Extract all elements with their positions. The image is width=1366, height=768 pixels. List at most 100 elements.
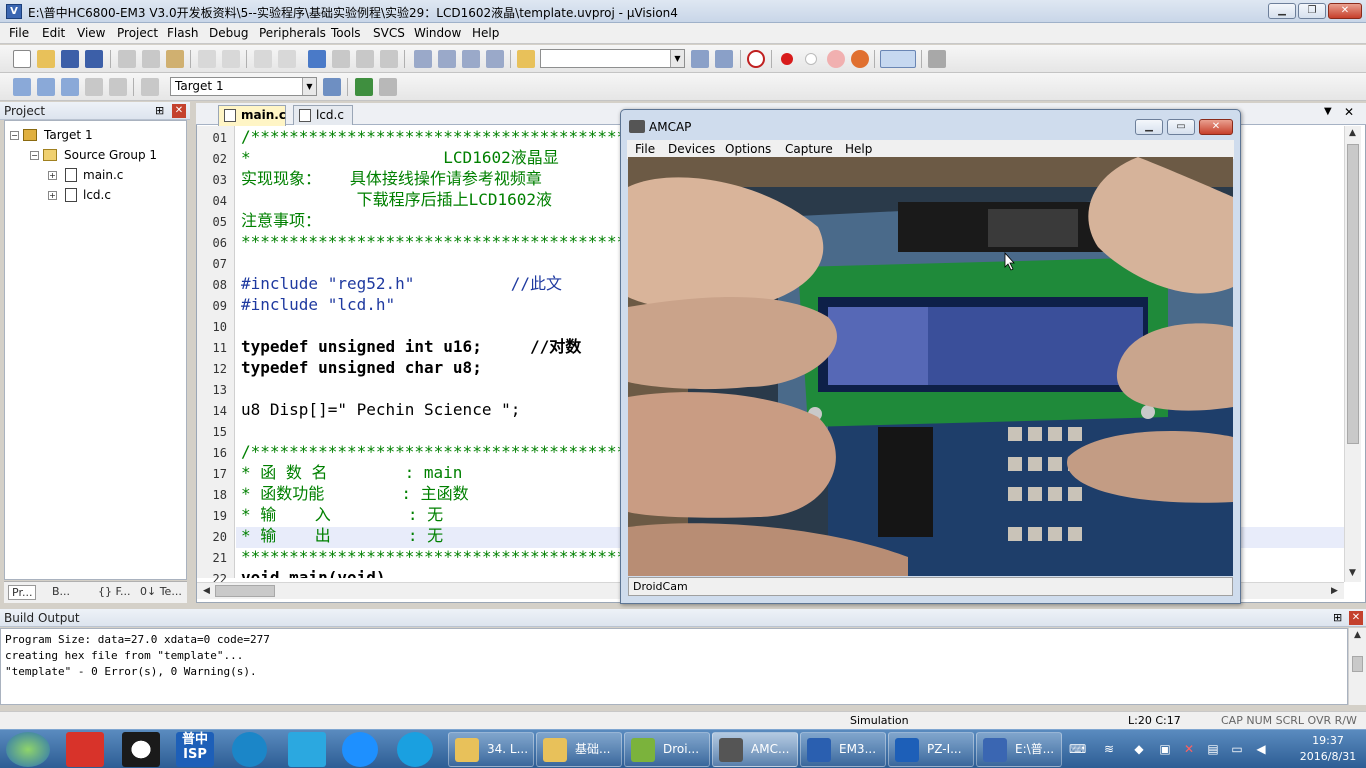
minimize-button[interactable]: ▁ — [1268, 3, 1296, 19]
stop-build-icon[interactable] — [109, 78, 127, 96]
close-icon[interactable]: ✕ — [1349, 611, 1363, 625]
undo-icon[interactable] — [198, 50, 216, 68]
amcap-menu-file[interactable]: File — [635, 142, 655, 156]
menu-window[interactable]: Window — [414, 26, 461, 40]
download-icon[interactable] — [141, 78, 159, 96]
menu-project[interactable]: Project — [117, 26, 158, 40]
wifi-icon[interactable]: ≋ — [1101, 741, 1117, 757]
find-combo[interactable]: ▼ — [540, 49, 685, 68]
batch-build-icon[interactable] — [85, 78, 103, 96]
tree-item-main-c[interactable]: main.c — [83, 168, 123, 182]
security-alert-icon[interactable]: ✕ — [1181, 741, 1197, 757]
amcap-menu-help[interactable]: Help — [845, 142, 872, 156]
rebuild-icon[interactable] — [61, 78, 79, 96]
breakpoint-icon[interactable] — [781, 53, 793, 65]
nav-forward-icon[interactable] — [278, 50, 296, 68]
amcap-menu-capture[interactable]: Capture — [785, 142, 833, 156]
taskbar-item-droidcam[interactable]: Droi... — [624, 732, 710, 767]
taskbar-item-uvision[interactable]: E:\普... — [976, 732, 1062, 767]
menu-svcs[interactable]: SVCS — [373, 26, 405, 40]
save-icon[interactable] — [61, 50, 79, 68]
cloud-app-icon[interactable] — [288, 732, 326, 767]
code-viewport[interactable]: /************************************** *… — [236, 126, 620, 578]
amcap-minimize-button[interactable]: ▁ — [1135, 119, 1163, 135]
taskbar-item-folder-1[interactable]: 34. L... — [448, 732, 534, 767]
taskbar-item-amcap[interactable]: AMC... — [712, 732, 798, 767]
find-icon[interactable] — [691, 50, 709, 68]
disable-breakpoint-icon[interactable] — [805, 53, 817, 65]
taskbar-item-em3[interactable]: EM3... — [800, 732, 886, 767]
next-bookmark-icon[interactable] — [356, 50, 374, 68]
target-select[interactable]: Target 1 ▼ — [170, 77, 317, 96]
tab-templates[interactable]: 0↓ Te... — [140, 585, 182, 598]
keyboard-icon[interactable]: ⌨ — [1069, 741, 1086, 757]
nav-back-icon[interactable] — [254, 50, 272, 68]
manage-components-icon[interactable] — [355, 78, 373, 96]
taskbar-item-folder-2[interactable]: 基础... — [536, 732, 622, 767]
save-all-icon[interactable] — [85, 50, 103, 68]
open-folder-icon[interactable] — [37, 50, 55, 68]
sogou-icon[interactable] — [397, 732, 433, 767]
device-icon[interactable]: ▤ — [1205, 741, 1221, 757]
bookmark-icon[interactable] — [308, 50, 326, 68]
start-button[interactable] — [6, 732, 50, 767]
menu-file[interactable]: File — [9, 26, 29, 40]
menu-view[interactable]: View — [77, 26, 105, 40]
scrollbar-thumb[interactable] — [1352, 656, 1363, 672]
prev-bookmark-icon[interactable] — [332, 50, 350, 68]
menu-debug[interactable]: Debug — [209, 26, 248, 40]
amcap-close-button[interactable]: ✕ — [1199, 119, 1233, 135]
select-packs-icon[interactable] — [379, 78, 397, 96]
clock[interactable]: 19:37 2016/8/31 — [1298, 733, 1358, 765]
scroll-right-icon[interactable]: ▶ — [1327, 586, 1342, 596]
paste-icon[interactable] — [166, 50, 184, 68]
taskbar-app-icon[interactable] — [66, 732, 104, 767]
taskbar-item-pz-isp[interactable]: PZ-I... — [888, 732, 974, 767]
scrollbar-thumb[interactable] — [215, 585, 275, 597]
tab-project[interactable]: Pr... — [8, 585, 37, 600]
maximize-button[interactable]: ❐ — [1298, 3, 1326, 19]
tab-main-c[interactable]: main.c — [218, 105, 286, 126]
translate-icon[interactable] — [13, 78, 31, 96]
build-icon[interactable] — [37, 78, 55, 96]
collapse-icon[interactable]: − — [30, 151, 39, 160]
scroll-down-icon[interactable]: ▼ — [1345, 568, 1360, 578]
tab-list-icon[interactable]: ▼ — [1324, 106, 1332, 117]
close-button[interactable]: ✕ — [1328, 3, 1362, 19]
amcap-maximize-button[interactable]: ▭ — [1167, 119, 1195, 135]
comment-icon[interactable] — [462, 50, 480, 68]
tab-functions[interactable]: {} F... — [98, 585, 131, 598]
incremental-find-icon[interactable] — [715, 50, 733, 68]
debug-session-icon[interactable] — [747, 50, 765, 68]
redo-icon[interactable] — [222, 50, 240, 68]
menu-tools[interactable]: Tools — [331, 26, 361, 40]
qq-icon[interactable] — [122, 732, 160, 767]
tab-books[interactable]: B... — [52, 585, 70, 598]
new-file-icon[interactable] — [13, 50, 31, 68]
chevron-down-icon[interactable]: ▼ — [670, 50, 684, 67]
find-in-files-icon[interactable] — [517, 50, 535, 68]
display-icon[interactable]: ▭ — [1229, 741, 1245, 757]
tree-item-target[interactable]: Target 1 — [44, 128, 93, 142]
close-icon[interactable]: ✕ — [172, 104, 186, 118]
cut-icon[interactable] — [118, 50, 136, 68]
uncomment-icon[interactable] — [486, 50, 504, 68]
clear-bookmarks-icon[interactable] — [380, 50, 398, 68]
expand-icon[interactable]: + — [48, 191, 57, 200]
scroll-up-icon[interactable]: ▲ — [1350, 630, 1365, 640]
copy-icon[interactable] — [142, 50, 160, 68]
expand-icon[interactable]: + — [48, 171, 57, 180]
media-player-icon[interactable] — [342, 732, 378, 767]
menu-peripherals[interactable]: Peripherals — [259, 26, 326, 40]
menu-edit[interactable]: Edit — [42, 26, 65, 40]
pin-icon[interactable]: ⊞ — [1333, 611, 1342, 624]
target-options-icon[interactable] — [323, 78, 341, 96]
isp-icon[interactable]: 普中 ISP — [176, 732, 214, 767]
scrollbar-thumb[interactable] — [1347, 144, 1359, 444]
k-app-icon[interactable] — [232, 732, 267, 767]
amcap-menu-devices[interactable]: Devices — [668, 142, 715, 156]
tab-lcd-c[interactable]: lcd.c — [293, 105, 353, 125]
unindent-icon[interactable] — [438, 50, 456, 68]
scroll-up-icon[interactable]: ▲ — [1345, 128, 1360, 138]
volume-icon[interactable]: ◀ — [1253, 741, 1269, 757]
